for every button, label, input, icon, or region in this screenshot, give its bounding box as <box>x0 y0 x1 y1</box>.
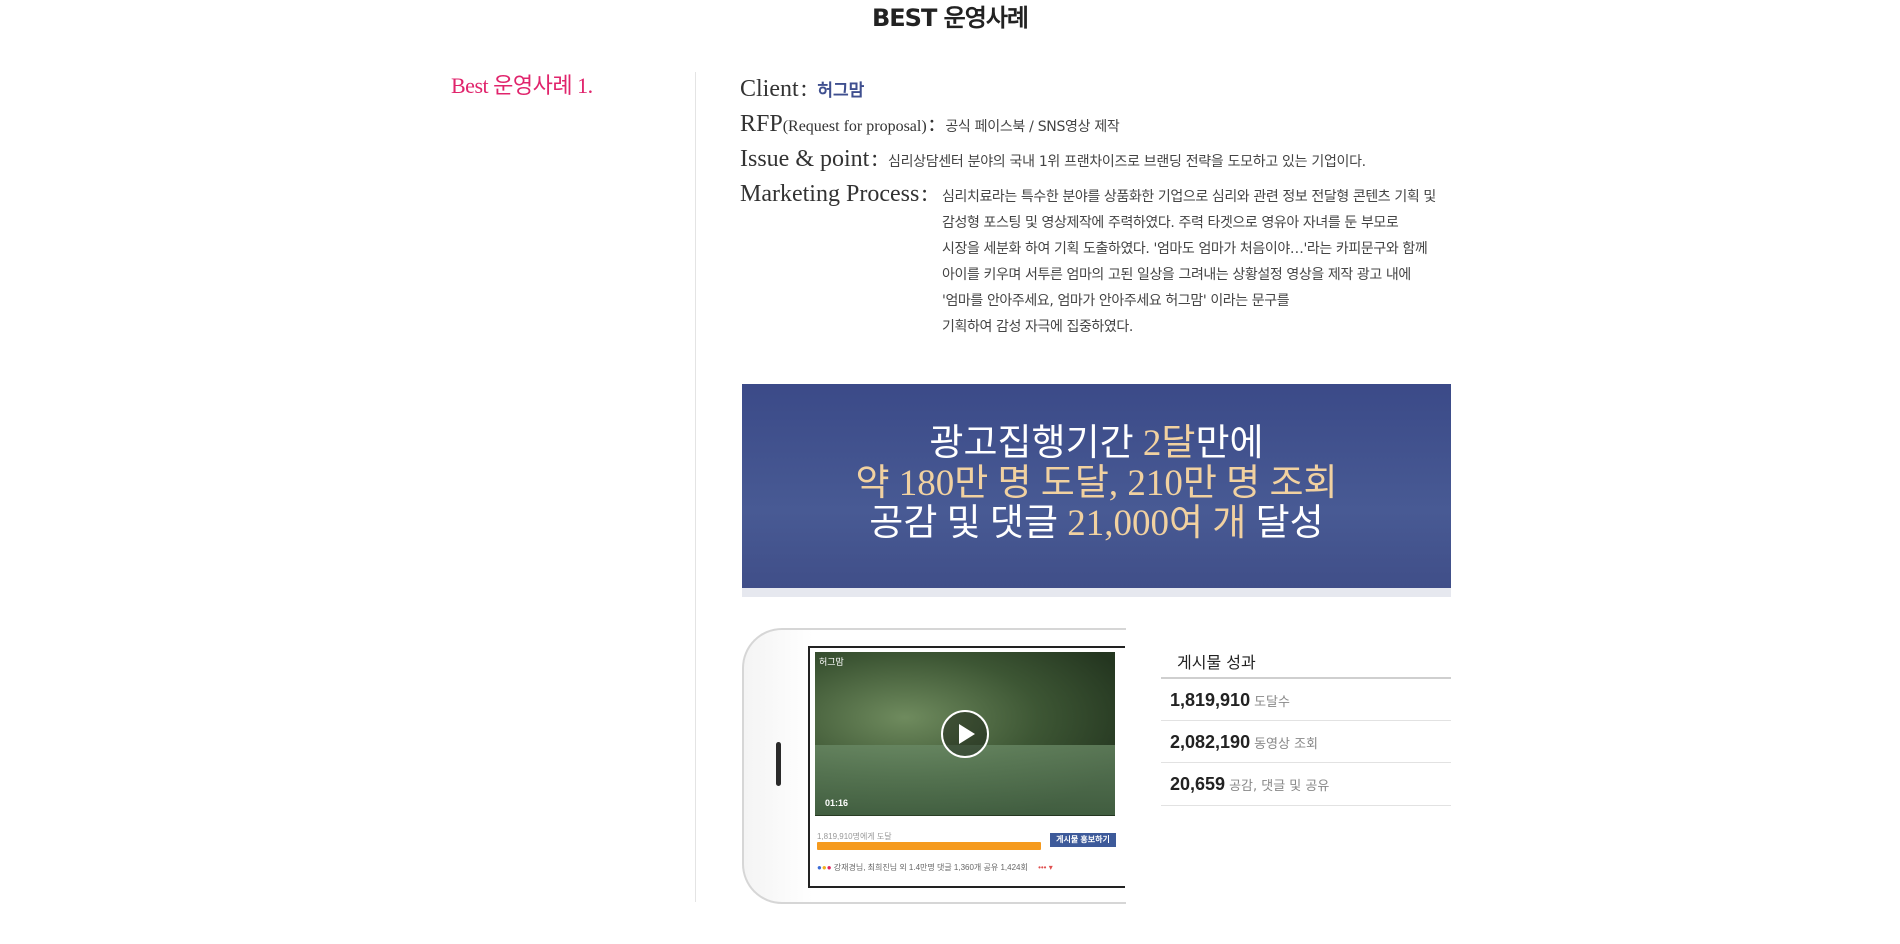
stat-value: 1,819,910 <box>1170 690 1251 710</box>
stats-header-divider <box>1161 677 1451 679</box>
process-row: Marketing Process: <box>740 181 934 208</box>
reactions-summary: ●●● 강재경님, 최희진님 외 1.4만명 댓글 1,360개 공유 1,42… <box>817 863 1053 872</box>
vertical-divider <box>695 72 696 902</box>
rfp-row: RFP(Request for proposal): 공식 페이스북 / SNS… <box>740 111 1120 138</box>
client-colon: : <box>800 76 808 102</box>
client-value: 허그맘 <box>817 81 865 101</box>
stat-row: 20,659 공감, 댓글 및 공유 <box>1170 774 1329 795</box>
stats-title: 게시물 성과 <box>1177 653 1256 672</box>
rfp-key-sub: (Request for proposal) <box>782 118 927 135</box>
boost-post-button[interactable]: 게시물 홍보하기 <box>1050 833 1116 847</box>
process-line: 심리치료라는 특수한 분야를 상품화한 기업으로 심리와 관련 정보 전달형 콘… <box>942 189 1436 205</box>
play-icon[interactable] <box>941 710 989 758</box>
banner-line-3: 공감 및 댓글 21,000여 개 달성 <box>869 503 1324 544</box>
stat-row: 1,819,910 도달수 <box>1170 690 1290 711</box>
process-key: Marketing Process <box>740 181 920 207</box>
rfp-colon: : <box>928 111 936 137</box>
process-line: 시장을 세분화 하여 기획 도출하였다. '엄마도 엄마가 처음이야…'라는 카… <box>942 241 1428 257</box>
process-line: 감성형 포스팅 및 영상제작에 주력하였다. 주력 타겟으로 영유아 자녀를 둔… <box>942 215 1399 231</box>
page-title: BEST 운영사례 <box>871 4 1029 32</box>
stat-value: 20,659 <box>1170 774 1226 794</box>
issue-row: Issue & point: 심리상담센터 분야의 국내 1위 프랜차이즈로 브… <box>740 146 1366 173</box>
phone-side-button <box>776 742 781 786</box>
more-options-icon[interactable]: ••• ▾ <box>1038 863 1053 872</box>
client-row: Client: 허그맘 <box>740 76 864 103</box>
banner-line-1: 광고집행기간 2달만에 <box>929 423 1264 464</box>
stats-divider <box>1161 720 1451 721</box>
rfp-key: RFP <box>740 111 783 137</box>
case-label: Best 운영사례 1. <box>451 73 593 98</box>
process-line: '엄마를 안아주세요, 엄마가 안아주세요 허그맘' 이라는 문구를 <box>942 293 1290 309</box>
process-text: 심리치료라는 특수한 분야를 상품화한 기업으로 심리와 관련 정보 전달형 콘… <box>942 184 1462 340</box>
process-colon: : <box>921 181 928 207</box>
process-line: 아이를 키우며 서투른 엄마의 고된 일상을 그려내는 상황설정 영상을 제작 … <box>942 267 1411 283</box>
stat-label: 동영상 조회 <box>1254 737 1319 752</box>
reach-progress-bar <box>817 842 1041 850</box>
rfp-value: 공식 페이스북 / SNS영상 제작 <box>945 119 1120 135</box>
banner-bottom-strip <box>742 588 1451 597</box>
reactions-text: 강재경님, 최희진님 외 1.4만명 댓글 1,360개 공유 1,424회 <box>833 863 1028 872</box>
stats-divider <box>1161 762 1451 763</box>
banner-line-2: 약 180만 명 도달, 210만 명 조회 <box>855 463 1338 504</box>
stat-value: 2,082,190 <box>1170 732 1251 752</box>
issue-colon: : <box>871 146 878 172</box>
video-duration: 01:16 <box>825 798 849 808</box>
video-logo: 허그맘 <box>819 657 844 667</box>
result-banner: 광고집행기간 2달만에 약 180만 명 도달, 210만 명 조회 공감 및 … <box>742 384 1451 596</box>
stat-label: 공감, 댓글 및 공유 <box>1229 779 1330 794</box>
client-key: Client <box>740 76 799 102</box>
stat-label: 도달수 <box>1254 695 1290 710</box>
reach-text: 1,819,910명에게 도달 <box>817 832 892 841</box>
issue-key: Issue & point <box>740 146 870 172</box>
issue-value: 심리상담센터 분야의 국내 1위 프랜차이즈로 브랜딩 전략을 도모하고 있는 … <box>888 154 1366 170</box>
process-line: 기획하여 감성 자극에 집중하였다. <box>942 319 1133 335</box>
stat-row: 2,082,190 동영상 조회 <box>1170 732 1318 753</box>
stats-divider <box>1161 805 1451 806</box>
